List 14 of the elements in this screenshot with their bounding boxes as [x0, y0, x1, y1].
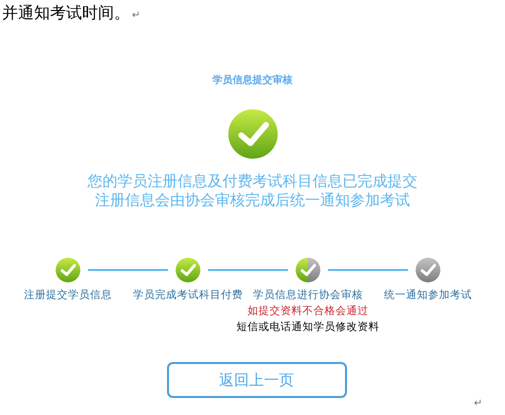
document-text: 并通知考试时间。	[2, 3, 130, 23]
paragraph-mark: ↵	[474, 397, 482, 411]
step-label: 统一通知参加考试	[384, 288, 472, 303]
page-title: 学员信息提交审核	[212, 73, 292, 88]
step-label: 注册提交学员信息	[24, 288, 112, 303]
message-line: 注册信息会由协会审核完成后统一通知参加考试	[95, 191, 410, 210]
back-button[interactable]: 返回上一页	[166, 362, 346, 398]
step-note: 如提交资料不合格会通过	[248, 304, 368, 319]
paragraph-mark: ↵	[132, 9, 140, 23]
check-circle-icon	[226, 108, 278, 160]
message-line: 您的学员注册信息及付费考试科目信息已完成提交	[88, 172, 418, 191]
step-label: 学员完成考试科目付费	[133, 288, 243, 303]
step-note: 短信或电话通知学员修改资料	[236, 320, 380, 335]
step-label: 学员信息进行协会审核	[253, 288, 363, 303]
